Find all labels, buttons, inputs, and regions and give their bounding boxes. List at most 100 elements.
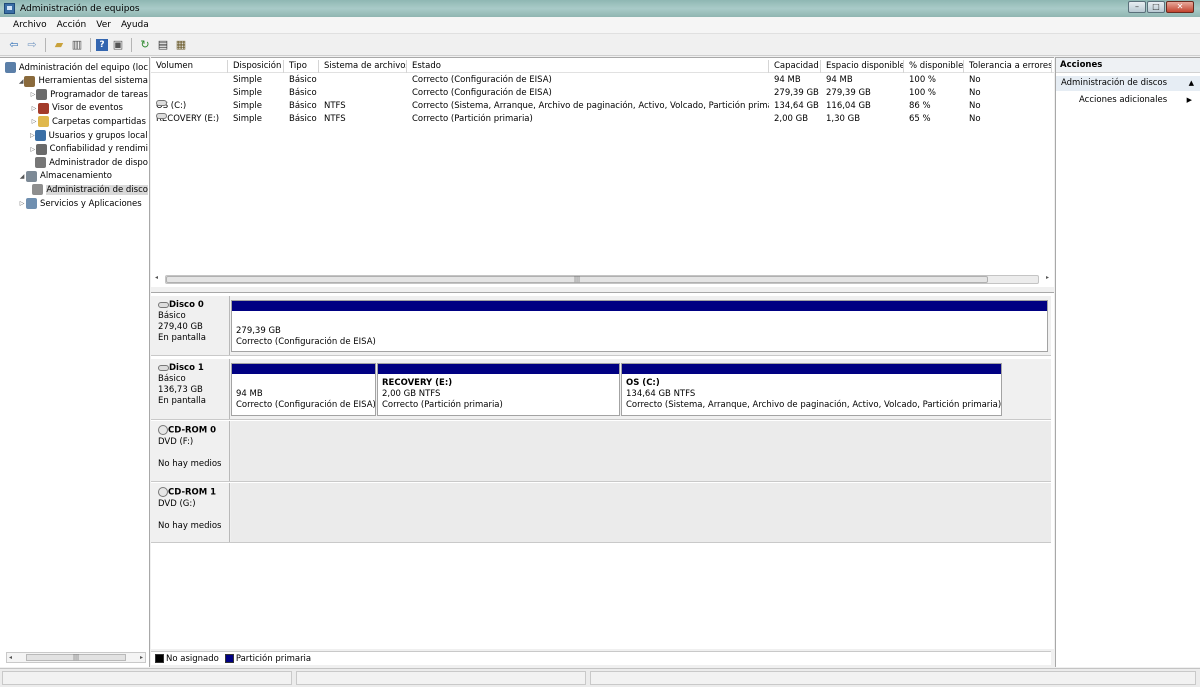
column-header[interactable]: Sistema de archivos xyxy=(319,60,407,73)
table-cell: Correcto (Configuración de EISA) xyxy=(412,75,552,85)
export-icon[interactable]: ▦ xyxy=(173,37,189,53)
view-icon[interactable]: ▣ xyxy=(110,37,126,53)
partition-title: RECOVERY (E:) xyxy=(382,378,453,388)
column-header[interactable]: Volumen xyxy=(151,60,228,73)
menu-archivo[interactable]: Archivo xyxy=(8,20,52,30)
refresh-icon[interactable]: ↻ xyxy=(137,37,153,53)
tree-item[interactable]: ▷ Programador de tareas xyxy=(30,88,148,101)
tree-item-label: Confiabilidad y rendimi xyxy=(49,144,148,155)
table-row[interactable]: Simple Básico Correcto (Configuración de E… xyxy=(151,74,1054,87)
tree-item[interactable]: Administrador de dispo xyxy=(30,156,148,169)
table-cell: 134,64 GB xyxy=(774,101,819,111)
column-header[interactable]: Tolerancia a errores xyxy=(964,60,1052,73)
maximize-button[interactable]: □ xyxy=(1147,1,1165,13)
disk-name: Disco 0 xyxy=(169,300,204,310)
expand-arrow-icon[interactable]: ▷ xyxy=(30,118,38,125)
tree-item-label: Servicios y Aplicaciones xyxy=(40,198,142,209)
status-pane xyxy=(2,671,292,685)
tree-item-label: Administración del equipo (loc xyxy=(18,62,148,73)
legend-label: No asignado xyxy=(166,653,219,664)
column-header[interactable]: Tipo xyxy=(284,60,319,73)
column-header[interactable]: Estado xyxy=(407,60,769,73)
menu-ayuda[interactable]: Ayuda xyxy=(116,20,154,30)
legend: No asignado Partición primaria xyxy=(151,651,1051,665)
table-cell: OS (C:) xyxy=(151,100,228,113)
volume-list-hscrollbar[interactable]: ◂ ||| ▸ xyxy=(153,273,1051,285)
scroll-right-icon[interactable]: ▸ xyxy=(140,654,143,661)
actions-section-disk-management[interactable]: Administración de discos ▲ xyxy=(1056,76,1200,91)
scroll-thumb[interactable]: ||| xyxy=(166,276,988,283)
disk-label[interactable]: CD-ROM 0 DVD (F:) No hay medios xyxy=(151,421,230,481)
partition-text: OS (C:) 134,64 GB NTFS Correcto (Sistema, … xyxy=(622,374,1001,411)
toolbar-separator xyxy=(90,37,91,52)
legend-label: Partición primaria xyxy=(235,653,312,664)
table-cell: Simple xyxy=(233,88,263,98)
expand-arrow-icon[interactable]: ▷ xyxy=(30,105,38,112)
partition-block[interactable]: RECOVERY (E:) 2,00 GB NTFS Correcto (Parti… xyxy=(377,363,620,416)
disk-label[interactable]: CD-ROM 1 DVD (G:) No hay medios xyxy=(151,483,230,542)
table-row[interactable]: RECOVERY (E:) Simple Básico NTFS Correcto (P… xyxy=(151,113,1054,126)
show-tree-icon[interactable]: ▥ xyxy=(69,37,85,53)
partition-block[interactable]: OS (C:) 134,64 GB NTFS Correcto (Sistema, … xyxy=(621,363,1002,416)
table-cell: NTFS xyxy=(324,114,346,124)
scroll-left-icon[interactable]: ◂ xyxy=(9,654,12,661)
table-cell: NTFS xyxy=(324,101,346,111)
tree-item[interactable]: ▷ Servicios y Aplicaciones xyxy=(18,197,148,210)
partition-size: 94 MB xyxy=(236,389,263,399)
partition-block[interactable]: 279,39 GB Correcto (Configuración de EISA… xyxy=(231,300,1048,352)
expand-arrow-icon[interactable]: ▷ xyxy=(30,146,36,153)
tree-hscrollbar[interactable]: ◂ ||| ▸ xyxy=(6,652,146,663)
tree-item[interactable]: ◢ Almacenamiento xyxy=(18,170,148,183)
status-pane xyxy=(590,671,1196,685)
expand-arrow-icon[interactable]: ▷ xyxy=(18,200,26,207)
partition-text: RECOVERY (E:) 2,00 GB NTFS Correcto (Parti… xyxy=(378,374,619,411)
partition-block[interactable]: 94 MB Correcto (Configuración de EISA) xyxy=(231,363,376,416)
scroll-right-icon[interactable]: ▸ xyxy=(1046,274,1049,281)
tree-item[interactable]: ▷ Usuarios y grupos locale xyxy=(30,129,148,142)
column-header[interactable]: % disponible xyxy=(904,60,964,73)
tree-node-icon xyxy=(24,75,36,87)
back-icon[interactable]: ⇦ xyxy=(6,37,22,53)
scroll-left-icon[interactable]: ◂ xyxy=(155,274,158,281)
volume-list: Volumen Disposición Tipo Sistema de archivo… xyxy=(151,57,1054,287)
disk-icon xyxy=(158,364,169,371)
table-row[interactable]: Simple Básico Correcto (Configuración de E… xyxy=(151,87,1054,100)
close-button[interactable]: ✕ xyxy=(1166,1,1194,13)
action-more-actions[interactable]: Acciones adicionales ▶ xyxy=(1056,93,1200,108)
disk-row: Disco 0 Básico 279,40 GB En pantalla 279,39 … xyxy=(151,296,1051,356)
column-header[interactable]: Espacio disponible xyxy=(821,60,904,73)
tree-item-label: Carpetas compartidas xyxy=(52,116,146,127)
table-row[interactable]: OS (C:) Simple Básico NTFS Correcto (Sistema… xyxy=(151,100,1054,113)
disk-name: CD-ROM 1 xyxy=(168,487,217,498)
disk-row: CD-ROM 0 DVD (F:) No hay medios xyxy=(151,421,1051,482)
disk-icon xyxy=(158,301,169,308)
tree-item[interactable]: Administración del equipo (loc xyxy=(4,61,148,74)
tree-item-label: Visor de eventos xyxy=(52,103,123,114)
column-header[interactable]: Disposición xyxy=(228,60,284,73)
table-cell: No xyxy=(969,88,981,98)
expand-arrow-icon[interactable]: ◢ xyxy=(18,173,26,180)
partition-status: Correcto (Sistema, Arranque, Archivo de … xyxy=(626,400,1001,410)
menu-accion[interactable]: Acción xyxy=(52,20,92,30)
tree-item-label: Administración de disco xyxy=(46,184,148,195)
collapse-icon[interactable]: ▲ xyxy=(1189,76,1194,91)
forward-icon[interactable]: ⇨ xyxy=(24,37,40,53)
disk-label[interactable]: Disco 0 Básico 279,40 GB En pantalla xyxy=(151,296,230,355)
help-icon[interactable]: ? xyxy=(96,38,108,51)
tree-item[interactable]: ▷ Confiabilidad y rendimi xyxy=(30,143,148,156)
table-cell: Correcto (Configuración de EISA) xyxy=(412,88,552,98)
expand-arrow-icon[interactable]: ▷ xyxy=(30,132,35,139)
minimize-button[interactable]: – xyxy=(1128,1,1146,13)
tree-node-icon xyxy=(4,62,16,73)
scroll-thumb[interactable]: ||| xyxy=(26,654,126,661)
disk-label[interactable]: Disco 1 Básico 136,73 GB En pantalla xyxy=(151,359,230,419)
tree-item[interactable]: Administración de disco xyxy=(30,183,148,196)
tree-item[interactable]: ◢ Herramientas del sistema xyxy=(18,75,148,88)
tree-item[interactable]: ▷ Carpetas compartidas xyxy=(30,115,148,128)
properties-icon[interactable]: ▤ xyxy=(155,37,171,53)
menu-ver[interactable]: Ver xyxy=(91,20,116,30)
column-header[interactable]: Capacidad xyxy=(769,60,821,73)
tree-item[interactable]: ▷ Visor de eventos xyxy=(30,102,148,115)
up-folder-icon[interactable]: ▰ xyxy=(51,37,67,53)
table-cell: Simple xyxy=(233,114,263,124)
